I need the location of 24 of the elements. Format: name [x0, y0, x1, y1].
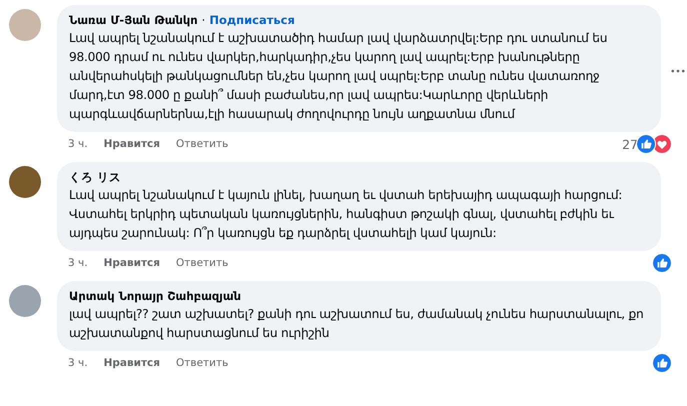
separator-dot: ·	[202, 13, 206, 28]
comment-text: Լավ ապրել նշանակում է աշխատածիդ համար լավ վարձատրվել:Երբ դու ստանում ես 98.000 դրամ ու ունես վարկեր,հարկադիր,չես կարող լավ ապրել:Երբ խանութները անվերահսկելի թանկացումներ են,չես կարող լավ սպրել:Երբ տանը ունես վատառողջ մարդ,էտ 98.000 ը քանի՞ մասի բաժանես,որ լավ ապրես:Կարևորը վերևների պարգևավճարներնա,էլի հասարակ ժողովուրդը նույն աղքատնա մնում	[69, 30, 608, 123]
comment-text: լավ ապրել?? շատ աշխատել? քանի դու աշխատում ես, ժամանակ չունես հարստանալու, քո աշխատանքով հարստացնում ես ուրիշին	[69, 306, 645, 342]
like-link[interactable]: Нравится	[104, 357, 160, 369]
heart-reaction-icon[interactable]	[652, 134, 672, 154]
like-reaction-icon[interactable]	[652, 353, 672, 373]
reply-link[interactable]: Ответить	[176, 138, 228, 150]
reply-link[interactable]: Ответить	[176, 257, 228, 269]
like-link[interactable]: Нравится	[104, 257, 160, 269]
like-reaction-icon[interactable]	[652, 253, 672, 273]
comment-time[interactable]: 3 ч.	[68, 357, 88, 369]
comment-text: Լավ ապրել նշանակում է կայուն լինել, խաղաղ եւ վստահ երեխայիդ ապագայի հարցում: Վստահել երկրիդ պետական կառույցներին, հանգիստ թոշակի գնալ, վստահել բժկին եւ այդպես շարունակ: Ո՞ր կառույցն եք դարձրել վստահելի կամ կայուն:	[69, 187, 624, 242]
reaction-count[interactable]: 27	[622, 136, 638, 152]
author-name[interactable]: Նառա Մ-Յան Թանկո	[69, 13, 198, 28]
reply-link[interactable]: Ответить	[176, 357, 228, 369]
comment-time[interactable]: 3 ч.	[68, 257, 88, 269]
more-icon[interactable]	[671, 69, 685, 73]
author-name[interactable]: くろ リス	[69, 170, 122, 185]
like-reaction-icon[interactable]	[636, 134, 656, 154]
like-link[interactable]: Нравится	[104, 138, 160, 150]
avatar[interactable]	[9, 166, 41, 198]
author-name[interactable]: Արտակ Նորայր Շահբազյան	[69, 289, 242, 304]
comment-time[interactable]: 3 ч.	[68, 138, 88, 150]
subscribe-link[interactable]: Подписаться	[209, 13, 295, 28]
